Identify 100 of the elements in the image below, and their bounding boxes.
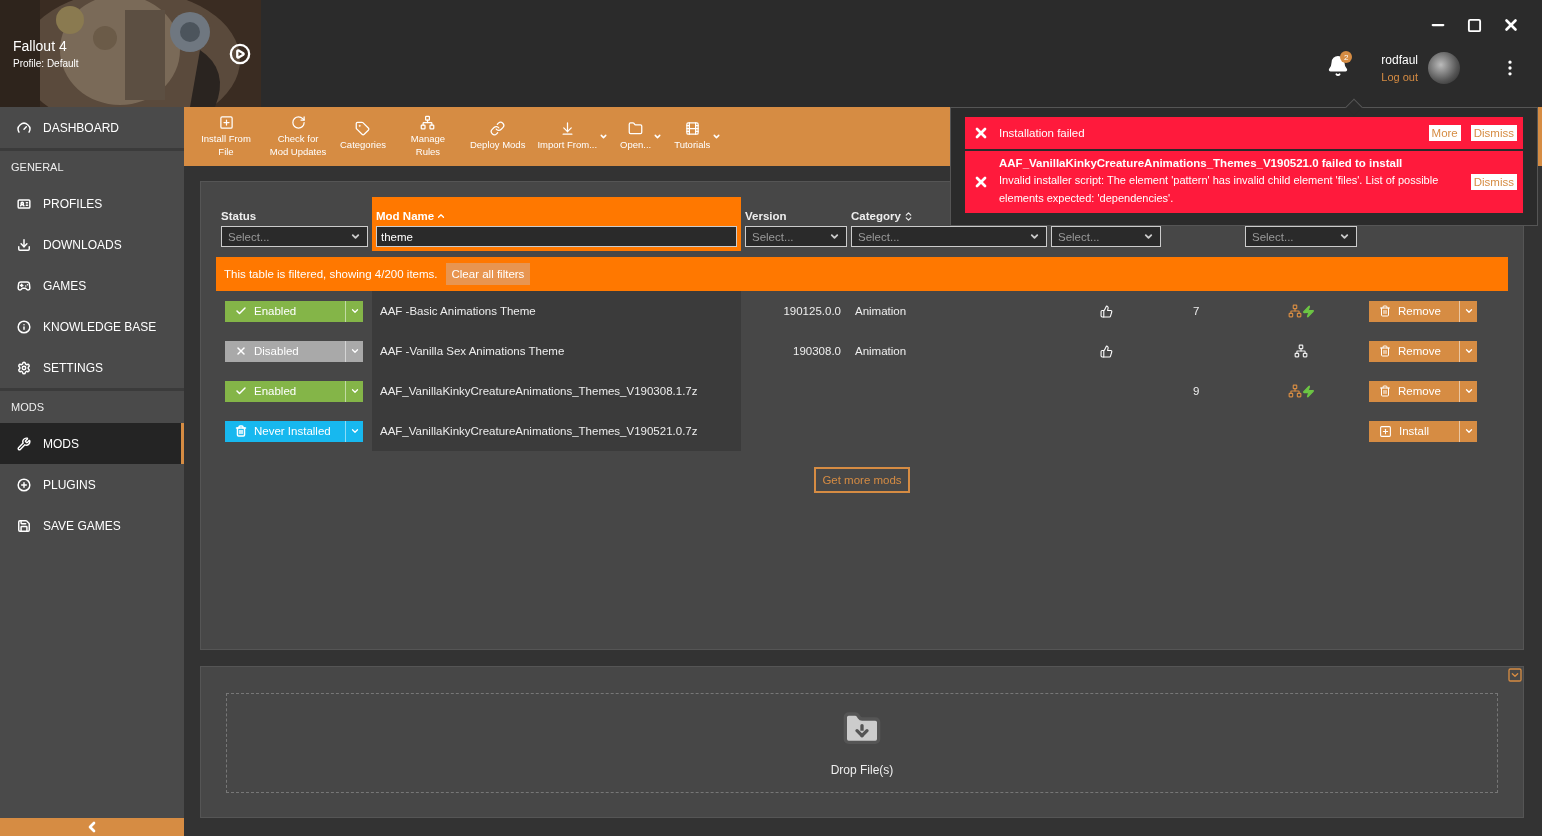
notification-button[interactable]: Dismiss bbox=[1470, 174, 1517, 191]
count-text: 7 bbox=[1193, 305, 1200, 317]
thumbs-up-icon[interactable] bbox=[1099, 304, 1113, 318]
maximize-icon[interactable] bbox=[1467, 17, 1482, 33]
status-button[interactable]: Never Installed bbox=[225, 420, 363, 442]
caret-icon bbox=[1339, 231, 1350, 242]
sidebar-item[interactable]: KNOWLEDGE BASE bbox=[0, 306, 184, 347]
id-card-icon bbox=[17, 196, 31, 211]
game-title: Fallout 4 bbox=[13, 38, 68, 54]
sort-ascending-icon bbox=[436, 211, 447, 221]
film-icon bbox=[684, 121, 700, 137]
notification-button[interactable]: More bbox=[1428, 125, 1461, 141]
toolbar-button[interactable]: Deploy Mods bbox=[465, 121, 530, 152]
notification-message: Invalid installer script: The element 'pattern' has invalid child element 'files'. List of possible elements expected: 'dependencies'. bbox=[999, 173, 1440, 206]
user-name: rodfaul bbox=[1381, 53, 1418, 67]
avatar bbox=[1428, 52, 1460, 84]
logout-link[interactable]: Log out bbox=[1381, 71, 1418, 83]
caret-icon bbox=[1143, 231, 1154, 242]
filter-notice: This table is filtered, showing 4/200 items. bbox=[224, 268, 438, 280]
version-text: 190125.0.0 bbox=[783, 305, 841, 317]
trash-icon bbox=[1379, 385, 1391, 397]
clear-filters-button[interactable]: Clear all filters bbox=[445, 263, 531, 285]
toolbar-button[interactable]: Import From... bbox=[533, 121, 613, 152]
column-header[interactable]: Category bbox=[851, 210, 1047, 222]
caret-icon bbox=[349, 306, 360, 316]
drop-text: Drop File(s) bbox=[830, 763, 894, 777]
caret-icon bbox=[349, 346, 360, 356]
caret-icon bbox=[599, 132, 609, 141]
tag-icon bbox=[355, 121, 371, 137]
filter-select[interactable]: Select... bbox=[745, 226, 847, 247]
close-icon[interactable] bbox=[1502, 16, 1520, 34]
link-icon bbox=[490, 121, 506, 137]
sidebar-item[interactable]: DOWNLOADS bbox=[0, 224, 184, 265]
column-header[interactable]: Status bbox=[221, 210, 368, 222]
wrench-icon bbox=[17, 436, 31, 451]
remove-button[interactable]: Remove bbox=[1369, 380, 1477, 402]
caret-icon bbox=[829, 231, 840, 242]
status-button[interactable]: Enabled bbox=[225, 300, 363, 322]
remove-button[interactable]: Remove bbox=[1369, 300, 1477, 322]
folder-icon bbox=[628, 121, 644, 137]
caret-icon bbox=[1029, 231, 1040, 242]
category-text: Animation bbox=[855, 305, 907, 317]
caret-icon bbox=[712, 132, 722, 141]
status-button[interactable]: Disabled bbox=[225, 340, 363, 362]
trash-icon bbox=[1379, 345, 1391, 357]
cross-icon bbox=[235, 345, 247, 357]
caret-icon bbox=[1463, 306, 1474, 316]
toolbar-button[interactable]: Open... bbox=[616, 121, 667, 152]
get-more-mods-button[interactable]: Get more mods bbox=[814, 467, 910, 493]
sidebar-item[interactable]: SAVE GAMES bbox=[0, 505, 184, 546]
caret-icon bbox=[349, 426, 360, 436]
filter-select[interactable]: Select... bbox=[1245, 226, 1357, 247]
mod-name: AAF_VanillaKinkyCreatureAnimations_Themes_V190521.0.7z bbox=[380, 425, 698, 437]
sidebar-item[interactable]: DASHBOARD bbox=[0, 107, 184, 148]
caret-icon bbox=[1463, 386, 1474, 396]
caret-icon bbox=[350, 231, 361, 242]
gamepad-icon bbox=[17, 278, 31, 293]
filter-select[interactable]: Select... bbox=[1051, 226, 1161, 247]
toolbar-button[interactable]: Manage Rules bbox=[393, 115, 462, 158]
trash-icon bbox=[1379, 305, 1391, 317]
filter-select[interactable]: Select... bbox=[851, 226, 1047, 247]
sidebar-item[interactable]: MODS bbox=[0, 423, 184, 464]
toolbar-button[interactable]: Categories bbox=[336, 121, 390, 152]
sidebar-item[interactable]: PLUGINS bbox=[0, 464, 184, 505]
caret-icon bbox=[653, 132, 663, 141]
remove-button[interactable]: Remove bbox=[1369, 340, 1477, 362]
play-icon[interactable] bbox=[229, 43, 251, 65]
lightning-icon bbox=[1301, 304, 1315, 318]
mod-name: AAF -Vanilla Sex Animations Theme bbox=[380, 345, 565, 357]
install-button[interactable]: Install bbox=[1369, 420, 1477, 442]
trash-icon bbox=[235, 425, 247, 437]
toolbar-button[interactable]: Install From File bbox=[192, 115, 260, 158]
bell-icon[interactable] bbox=[1327, 55, 1350, 77]
sidebar-item[interactable]: SETTINGS bbox=[0, 347, 184, 388]
column-header[interactable]: Mod Name bbox=[376, 210, 737, 222]
info-icon bbox=[17, 319, 31, 334]
notification-title: AAF_VanillaKinkyCreatureAnimations_Themes_V190521.0 failed to install bbox=[999, 157, 1404, 169]
filter-field[interactable]: theme bbox=[376, 226, 737, 247]
filter-select[interactable]: Select... bbox=[221, 226, 368, 247]
gauge-icon bbox=[17, 120, 31, 135]
notification-button[interactable]: Dismiss bbox=[1470, 125, 1517, 141]
status-button[interactable]: Enabled bbox=[225, 380, 363, 402]
sidebar-item[interactable]: PROFILES bbox=[0, 183, 184, 224]
column-header[interactable]: Version bbox=[745, 210, 847, 222]
check-icon bbox=[235, 305, 247, 317]
plus-circle-icon bbox=[17, 477, 31, 492]
caret-icon bbox=[1463, 346, 1474, 356]
settings-icon bbox=[17, 360, 31, 375]
thumbs-up-icon[interactable] bbox=[1099, 344, 1113, 358]
toolbar-button[interactable]: Tutorials bbox=[670, 121, 726, 152]
caret-icon bbox=[1463, 426, 1474, 436]
sidebar-item[interactable]: GAMES bbox=[0, 265, 184, 306]
download-icon bbox=[17, 237, 31, 252]
toolbar-button[interactable]: Check for Mod Updates bbox=[264, 115, 332, 158]
plus-icon bbox=[1379, 424, 1392, 438]
lightning-icon bbox=[1301, 384, 1315, 398]
version-text: 190308.0 bbox=[793, 345, 841, 357]
hierarchy-icon bbox=[420, 115, 436, 131]
mod-name: AAF_VanillaKinkyCreatureAnimations_Themes_V190308.1.7z bbox=[380, 385, 698, 397]
collapse-icon[interactable] bbox=[1507, 667, 1523, 683]
